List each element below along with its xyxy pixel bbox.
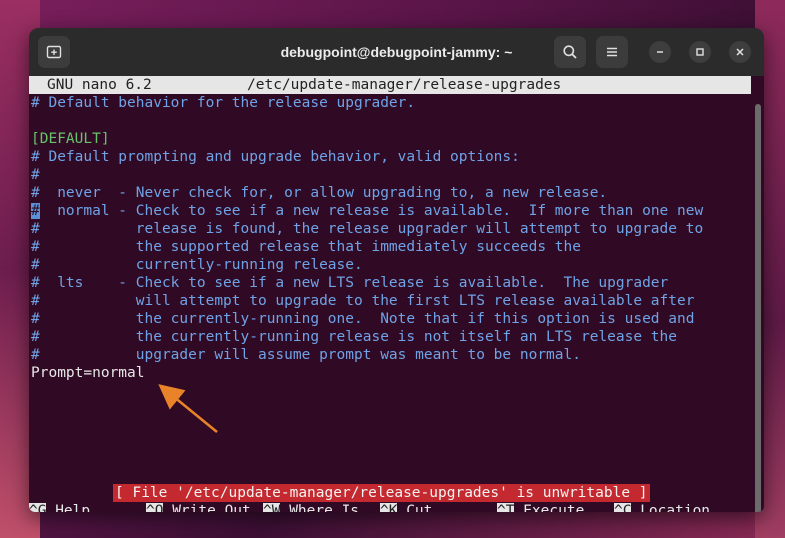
- annotation-arrow: [158, 384, 218, 433]
